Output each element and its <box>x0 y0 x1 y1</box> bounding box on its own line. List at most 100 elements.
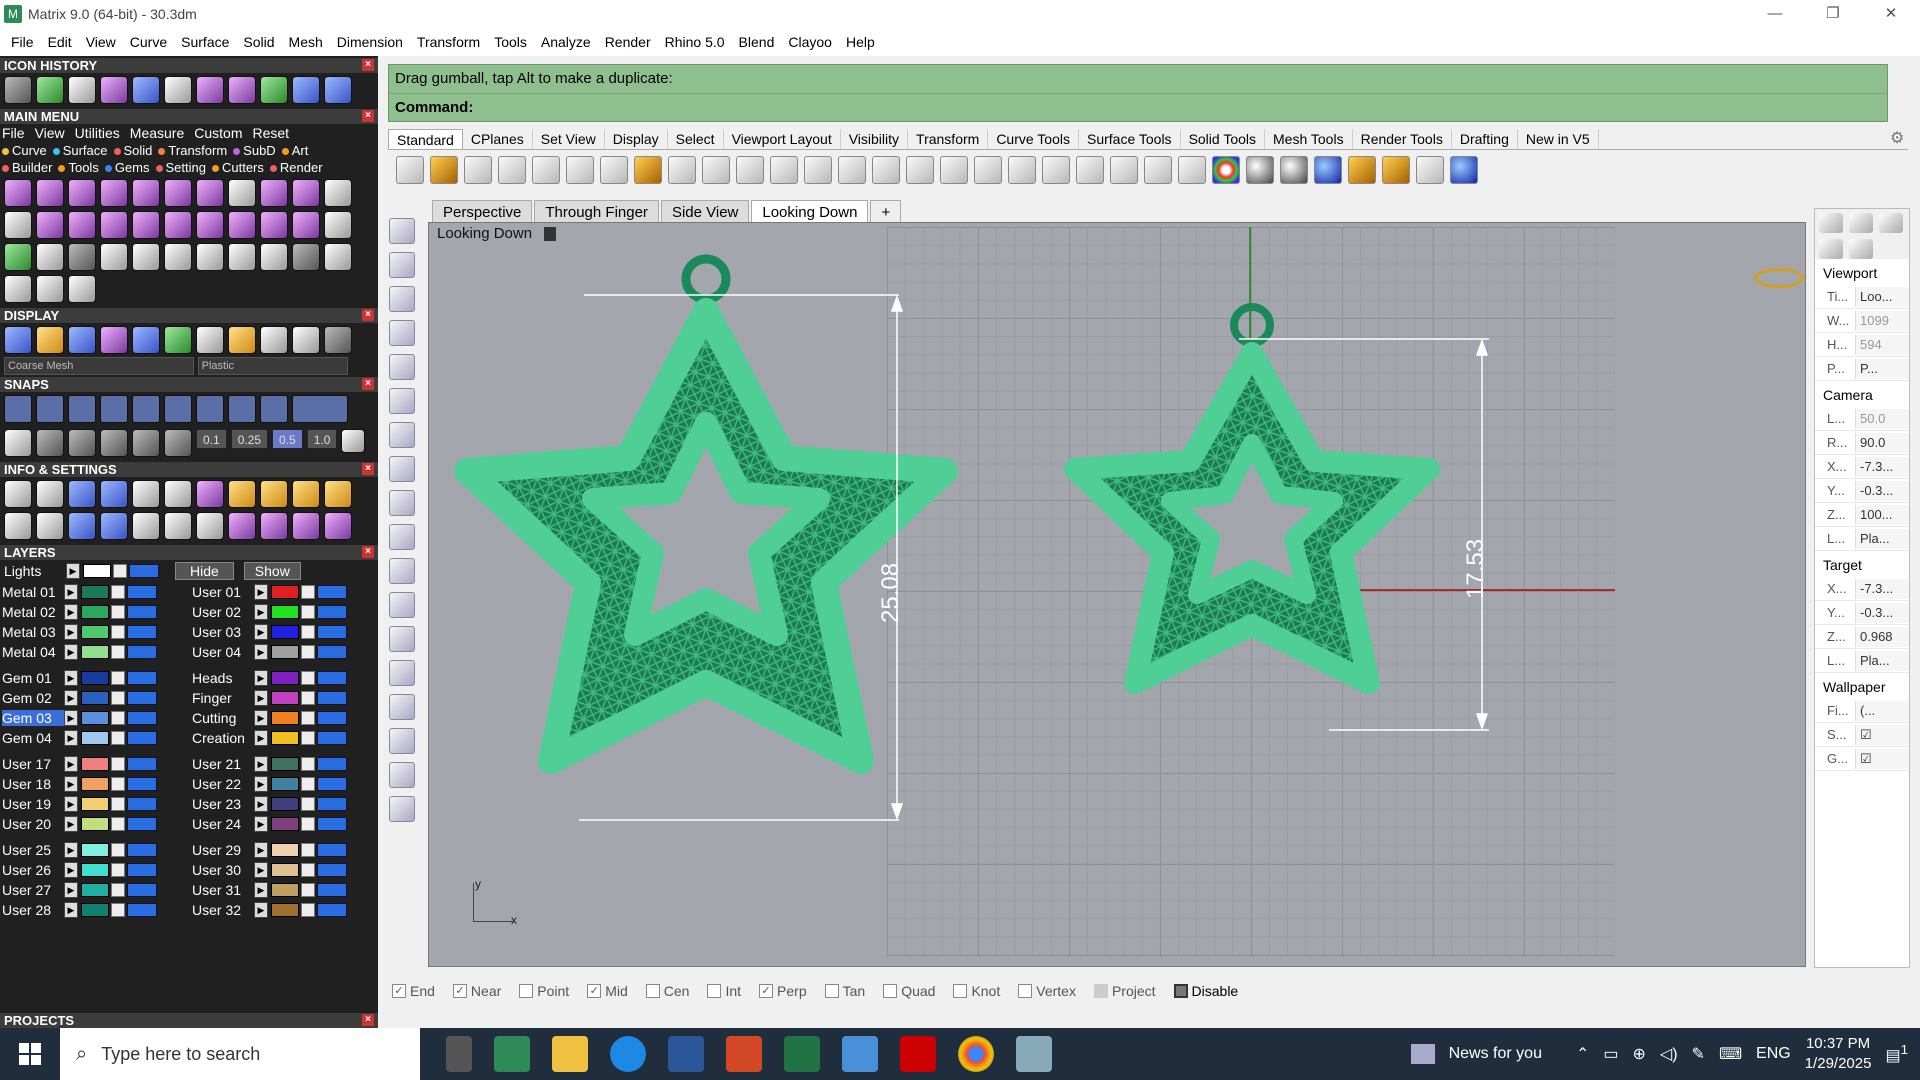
main-menu-view[interactable]: View <box>35 125 65 141</box>
layer-name[interactable]: User 32 <box>192 902 254 918</box>
modeling-tool-icon[interactable] <box>164 179 192 207</box>
layer-row[interactable]: User 28 ▶ <box>2 900 190 920</box>
sidebar-tool-icon[interactable] <box>389 422 415 448</box>
lock-icon[interactable] <box>301 625 315 639</box>
osnap-perp[interactable]: ✓ Perp <box>759 983 807 999</box>
modeling-tool-icon[interactable] <box>292 179 320 207</box>
expand-icon[interactable]: ▶ <box>254 644 268 660</box>
layer-row[interactable]: Creation ▶ <box>192 728 378 748</box>
layer-name[interactable]: User 30 <box>192 862 254 878</box>
layer-visibility-icon[interactable] <box>127 777 157 791</box>
layer-color-swatch[interactable] <box>271 645 299 659</box>
layer-name[interactable]: Gem 02 <box>2 690 64 706</box>
layer-color-swatch[interactable] <box>81 691 109 705</box>
snap-mid-icon[interactable] <box>132 395 160 423</box>
open-icon[interactable] <box>430 156 458 184</box>
modeling-tool-icon[interactable] <box>164 211 192 239</box>
layer-color-swatch[interactable] <box>81 863 109 877</box>
layer-color-swatch[interactable] <box>271 625 299 639</box>
gold-material-icon[interactable] <box>228 326 256 354</box>
chevron-up-icon[interactable]: ⌃ <box>1576 1044 1589 1064</box>
osnap-cen[interactable]: Cen <box>645 983 689 999</box>
left-star-pendant[interactable] <box>454 254 958 774</box>
lock-icon[interactable] <box>301 757 315 771</box>
sidebar-tool-icon[interactable] <box>389 456 415 482</box>
layer-color-swatch[interactable] <box>81 757 109 771</box>
modeling-tool-icon[interactable] <box>4 179 32 207</box>
grid-snap-icon[interactable] <box>4 429 32 457</box>
smarttrack-icon[interactable] <box>132 429 160 457</box>
sidebar-tool-icon[interactable] <box>389 660 415 686</box>
checkbox-icon[interactable] <box>883 984 898 998</box>
menu-clayoo[interactable]: Clayoo <box>781 34 839 50</box>
snap-value-1.0[interactable]: 1.0 <box>306 429 338 449</box>
four-view-icon[interactable] <box>940 156 968 184</box>
tab-surface-tools[interactable]: Surface Tools <box>1079 129 1181 149</box>
layer-name[interactable]: User 26 <box>2 862 64 878</box>
lights-layer[interactable]: Lights <box>4 563 66 579</box>
print-icon[interactable] <box>498 156 526 184</box>
layer-visibility-icon[interactable] <box>317 731 347 745</box>
sidebar-tool-icon[interactable] <box>389 490 415 516</box>
layer-name[interactable]: User 27 <box>2 882 64 898</box>
snap-end-icon[interactable] <box>4 395 32 423</box>
info-tool-icon[interactable] <box>196 512 224 540</box>
menu-file[interactable]: File <box>4 34 41 50</box>
keyboard-icon[interactable]: ⌨ <box>1719 1044 1742 1064</box>
display-properties-icon[interactable] <box>1849 213 1873 233</box>
modeling-tool-icon[interactable] <box>132 179 160 207</box>
layer-icon[interactable] <box>1178 156 1206 184</box>
lock-icon[interactable] <box>301 671 315 685</box>
checkbox-icon[interactable]: ✓ <box>759 984 774 998</box>
tab-display[interactable]: Display <box>605 129 668 149</box>
layer-visibility-icon[interactable] <box>127 671 157 685</box>
tab-transform[interactable]: Transform <box>908 129 989 149</box>
layer-color-swatch[interactable] <box>271 903 299 917</box>
layer-row[interactable]: User 04 ▶ <box>192 642 378 662</box>
main-menu-cutters[interactable]: Cutters <box>211 160 264 175</box>
layer-visibility-icon[interactable] <box>127 757 157 771</box>
modeling-tool-icon[interactable] <box>228 179 256 207</box>
snap-value-0.1[interactable]: 0.1 <box>196 429 227 449</box>
layer-color-swatch[interactable] <box>271 731 299 745</box>
tab-drafting[interactable]: Drafting <box>1452 129 1518 149</box>
pen-icon[interactable]: ✎ <box>1692 1044 1705 1064</box>
layer-row[interactable]: User 26 ▶ <box>2 860 190 880</box>
close-button[interactable]: ✕ <box>1862 0 1920 28</box>
osnap-knot[interactable]: Knot <box>953 983 1000 999</box>
car-icon[interactable] <box>974 156 1002 184</box>
rotate-view-icon[interactable] <box>736 156 764 184</box>
layer-color-swatch[interactable] <box>271 671 299 685</box>
layer-color-swatch[interactable] <box>81 797 109 811</box>
property-value[interactable]: ☑ <box>1855 748 1909 769</box>
zoom-extents-icon[interactable] <box>838 156 866 184</box>
layer-row[interactable]: User 02 ▶ <box>192 602 378 622</box>
layer-color-swatch[interactable] <box>271 817 299 831</box>
property-value[interactable]: -7.3... <box>1855 456 1909 477</box>
layer-color-swatch[interactable] <box>81 843 109 857</box>
sidebar-tool-icon[interactable] <box>389 218 415 244</box>
sidebar-tool-icon[interactable] <box>389 558 415 584</box>
layer-row[interactable]: User 01 ▶ <box>192 582 378 602</box>
main-menu-gems[interactable]: Gems <box>104 160 150 175</box>
checkbox-icon[interactable] <box>519 984 534 998</box>
object-properties-icon[interactable] <box>1819 213 1843 233</box>
property-value[interactable]: 1099 <box>1855 310 1909 331</box>
news-widget[interactable]: News for you <box>1449 1045 1542 1063</box>
property-value[interactable]: Pla... <box>1855 528 1909 549</box>
modeling-tool-icon[interactable] <box>196 179 224 207</box>
layer-name[interactable]: User 22 <box>192 776 254 792</box>
main-menu-surface[interactable]: Surface <box>52 143 108 158</box>
lock-icon[interactable] <box>301 843 315 857</box>
layer-visibility-icon[interactable] <box>317 757 347 771</box>
color-wheel-icon[interactable] <box>1212 156 1240 184</box>
close-icon[interactable]: × <box>362 110 374 122</box>
info-tool-icon[interactable] <box>228 512 256 540</box>
volume-icon[interactable]: ◁) <box>1660 1044 1678 1064</box>
layer-name[interactable]: User 19 <box>2 796 64 812</box>
sidebar-tool-icon[interactable] <box>389 592 415 618</box>
layer-color-swatch[interactable] <box>81 903 109 917</box>
modeling-tool-icon[interactable] <box>132 211 160 239</box>
excel-icon[interactable] <box>784 1036 820 1072</box>
layer-color-swatch[interactable] <box>271 691 299 705</box>
